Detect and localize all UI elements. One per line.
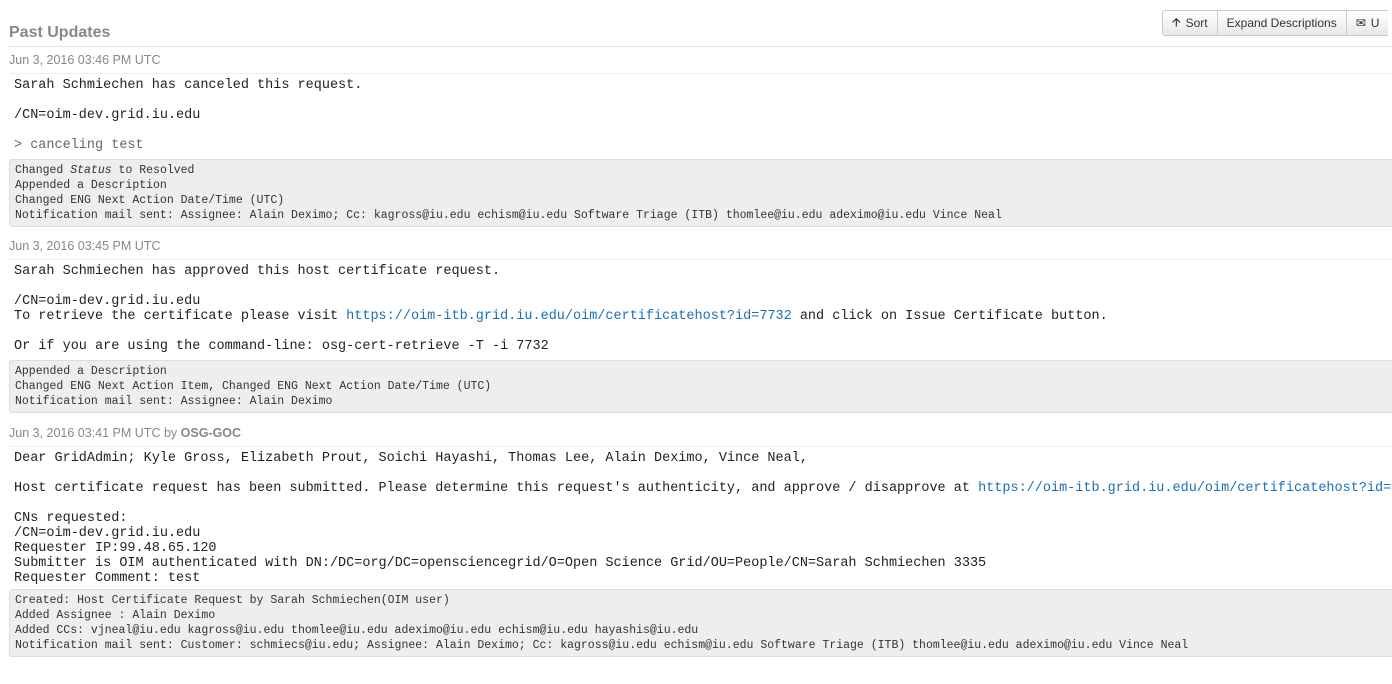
expand-descriptions-button[interactable]: Expand Descriptions bbox=[1216, 10, 1346, 36]
change-line: Appended a Description bbox=[15, 365, 167, 378]
change-text: to Resolved bbox=[111, 164, 195, 177]
page-title: Past Updates bbox=[9, 24, 111, 41]
change-line: Notification mail sent: Assignee: Alain … bbox=[15, 209, 1002, 222]
update-timestamp: Jun 3, 2016 03:46 PM UTC bbox=[9, 53, 161, 67]
description-line: Requester Comment: test bbox=[14, 571, 201, 586]
update-by: by bbox=[160, 426, 181, 440]
description-text: and click on Issue Certificate button. bbox=[791, 309, 1108, 324]
change-field: Status bbox=[70, 164, 112, 177]
description-block: CNs requested: /CN=oim-dev.grid.iu.edu R… bbox=[14, 511, 1387, 586]
update-description: Sarah Schmiechen has canceled this reque… bbox=[9, 74, 1392, 159]
change-line: Changed ENG Next Action Date/Time (UTC) bbox=[15, 194, 285, 207]
change-line: Changed ENG Next Action Item, Changed EN… bbox=[15, 380, 492, 393]
change-line: Notification mail sent: Assignee: Alain … bbox=[15, 395, 333, 408]
update-timestamp: Jun 3, 2016 03:41 PM UTC bbox=[9, 426, 161, 440]
description-line: Sarah Schmiechen has canceled this reque… bbox=[14, 78, 363, 93]
email-updates-button[interactable]: ✉ U bbox=[1345, 10, 1389, 36]
change-text: Changed bbox=[15, 164, 71, 177]
change-line: Created: Host Certificate Request by Sar… bbox=[15, 594, 450, 607]
change-line: Appended a Description bbox=[15, 179, 167, 192]
change-line: Added CCs: vjneal@iu.edu kagross@iu.edu … bbox=[15, 624, 699, 637]
update-item: Jun 3, 2016 03:46 PM UTC Sarah Schmieche… bbox=[9, 47, 1392, 227]
update-description: Dear GridAdmin; Kyle Gross, Elizabeth Pr… bbox=[9, 447, 1392, 589]
arrow-up-icon: 🡩 bbox=[1172, 14, 1181, 29]
description-line: /CN=oim-dev.grid.iu.edu bbox=[14, 108, 201, 123]
update-changes: Changed Status to Resolved Appended a Des… bbox=[9, 159, 1392, 227]
description-line: Dear GridAdmin; Kyle Gross, Elizabeth Pr… bbox=[14, 451, 808, 466]
description-line: Or if you are using the command-line: os… bbox=[14, 339, 549, 354]
description-text: Host certificate request has been submit… bbox=[14, 481, 979, 496]
update-author[interactable]: OSG-GOC bbox=[181, 426, 241, 440]
expand-descriptions-label: Expand Descriptions bbox=[1226, 16, 1337, 30]
description-block: Host certificate request has been submit… bbox=[14, 481, 1392, 496]
description-line: Submitter is OIM authenticated with DN:/… bbox=[14, 556, 987, 571]
envelope-icon: ✉ bbox=[1355, 16, 1366, 30]
certificate-link[interactable]: https://oim-itb.grid.iu.edu/oim/certific… bbox=[346, 309, 792, 324]
sort-button-label: Sort bbox=[1185, 16, 1208, 30]
change-line: Changed Status to Resolved bbox=[15, 163, 1387, 178]
toolbar: 🡩 Sort Expand Descriptions ✉ U bbox=[1162, 10, 1389, 36]
description-line: /CN=oim-dev.grid.iu.edu bbox=[14, 526, 201, 541]
quoted-comment: > canceling test bbox=[14, 138, 144, 153]
description-text: To retrieve the certificate please visit bbox=[14, 309, 347, 324]
update-item: Jun 3, 2016 03:45 PM UTC Sarah Schmieche… bbox=[9, 233, 1392, 413]
past-updates-page: Past Updates 🡩 Sort Expand Descriptions … bbox=[9, 0, 1392, 657]
past-updates-header: Past Updates 🡩 Sort Expand Descriptions … bbox=[9, 0, 1392, 47]
update-meta: Jun 3, 2016 03:46 PM UTC bbox=[9, 47, 1392, 74]
update-description: Sarah Schmiechen has approved this host … bbox=[9, 260, 1392, 360]
update-item: Jun 3, 2016 03:41 PM UTC by OSG-GOC Dear… bbox=[9, 420, 1392, 657]
update-meta: Jun 3, 2016 03:41 PM UTC by OSG-GOC bbox=[9, 420, 1392, 447]
update-meta: Jun 3, 2016 03:45 PM UTC bbox=[9, 233, 1392, 260]
change-line: Added Assignee : Alain Deximo bbox=[15, 609, 216, 622]
description-line: Requester IP:99.48.65.120 bbox=[14, 541, 217, 556]
description-line: CNs requested: bbox=[14, 511, 128, 526]
sort-button[interactable]: 🡩 Sort bbox=[1162, 10, 1217, 36]
certificate-link[interactable]: https://oim-itb.grid.iu.edu/oim/certific… bbox=[978, 481, 1392, 496]
description-line: /CN=oim-dev.grid.iu.edu bbox=[14, 294, 201, 309]
email-updates-label: U bbox=[1370, 16, 1380, 30]
change-line: Notification mail sent: Customer: schmie… bbox=[15, 639, 1189, 652]
update-changes: Appended a Description Changed ENG Next A… bbox=[9, 360, 1392, 413]
description-line: Sarah Schmiechen has approved this host … bbox=[14, 264, 501, 279]
description-block: /CN=oim-dev.grid.iu.edu To retrieve the … bbox=[14, 294, 1387, 324]
update-timestamp: Jun 3, 2016 03:45 PM UTC bbox=[9, 239, 161, 253]
update-changes: Created: Host Certificate Request by Sar… bbox=[9, 589, 1392, 657]
